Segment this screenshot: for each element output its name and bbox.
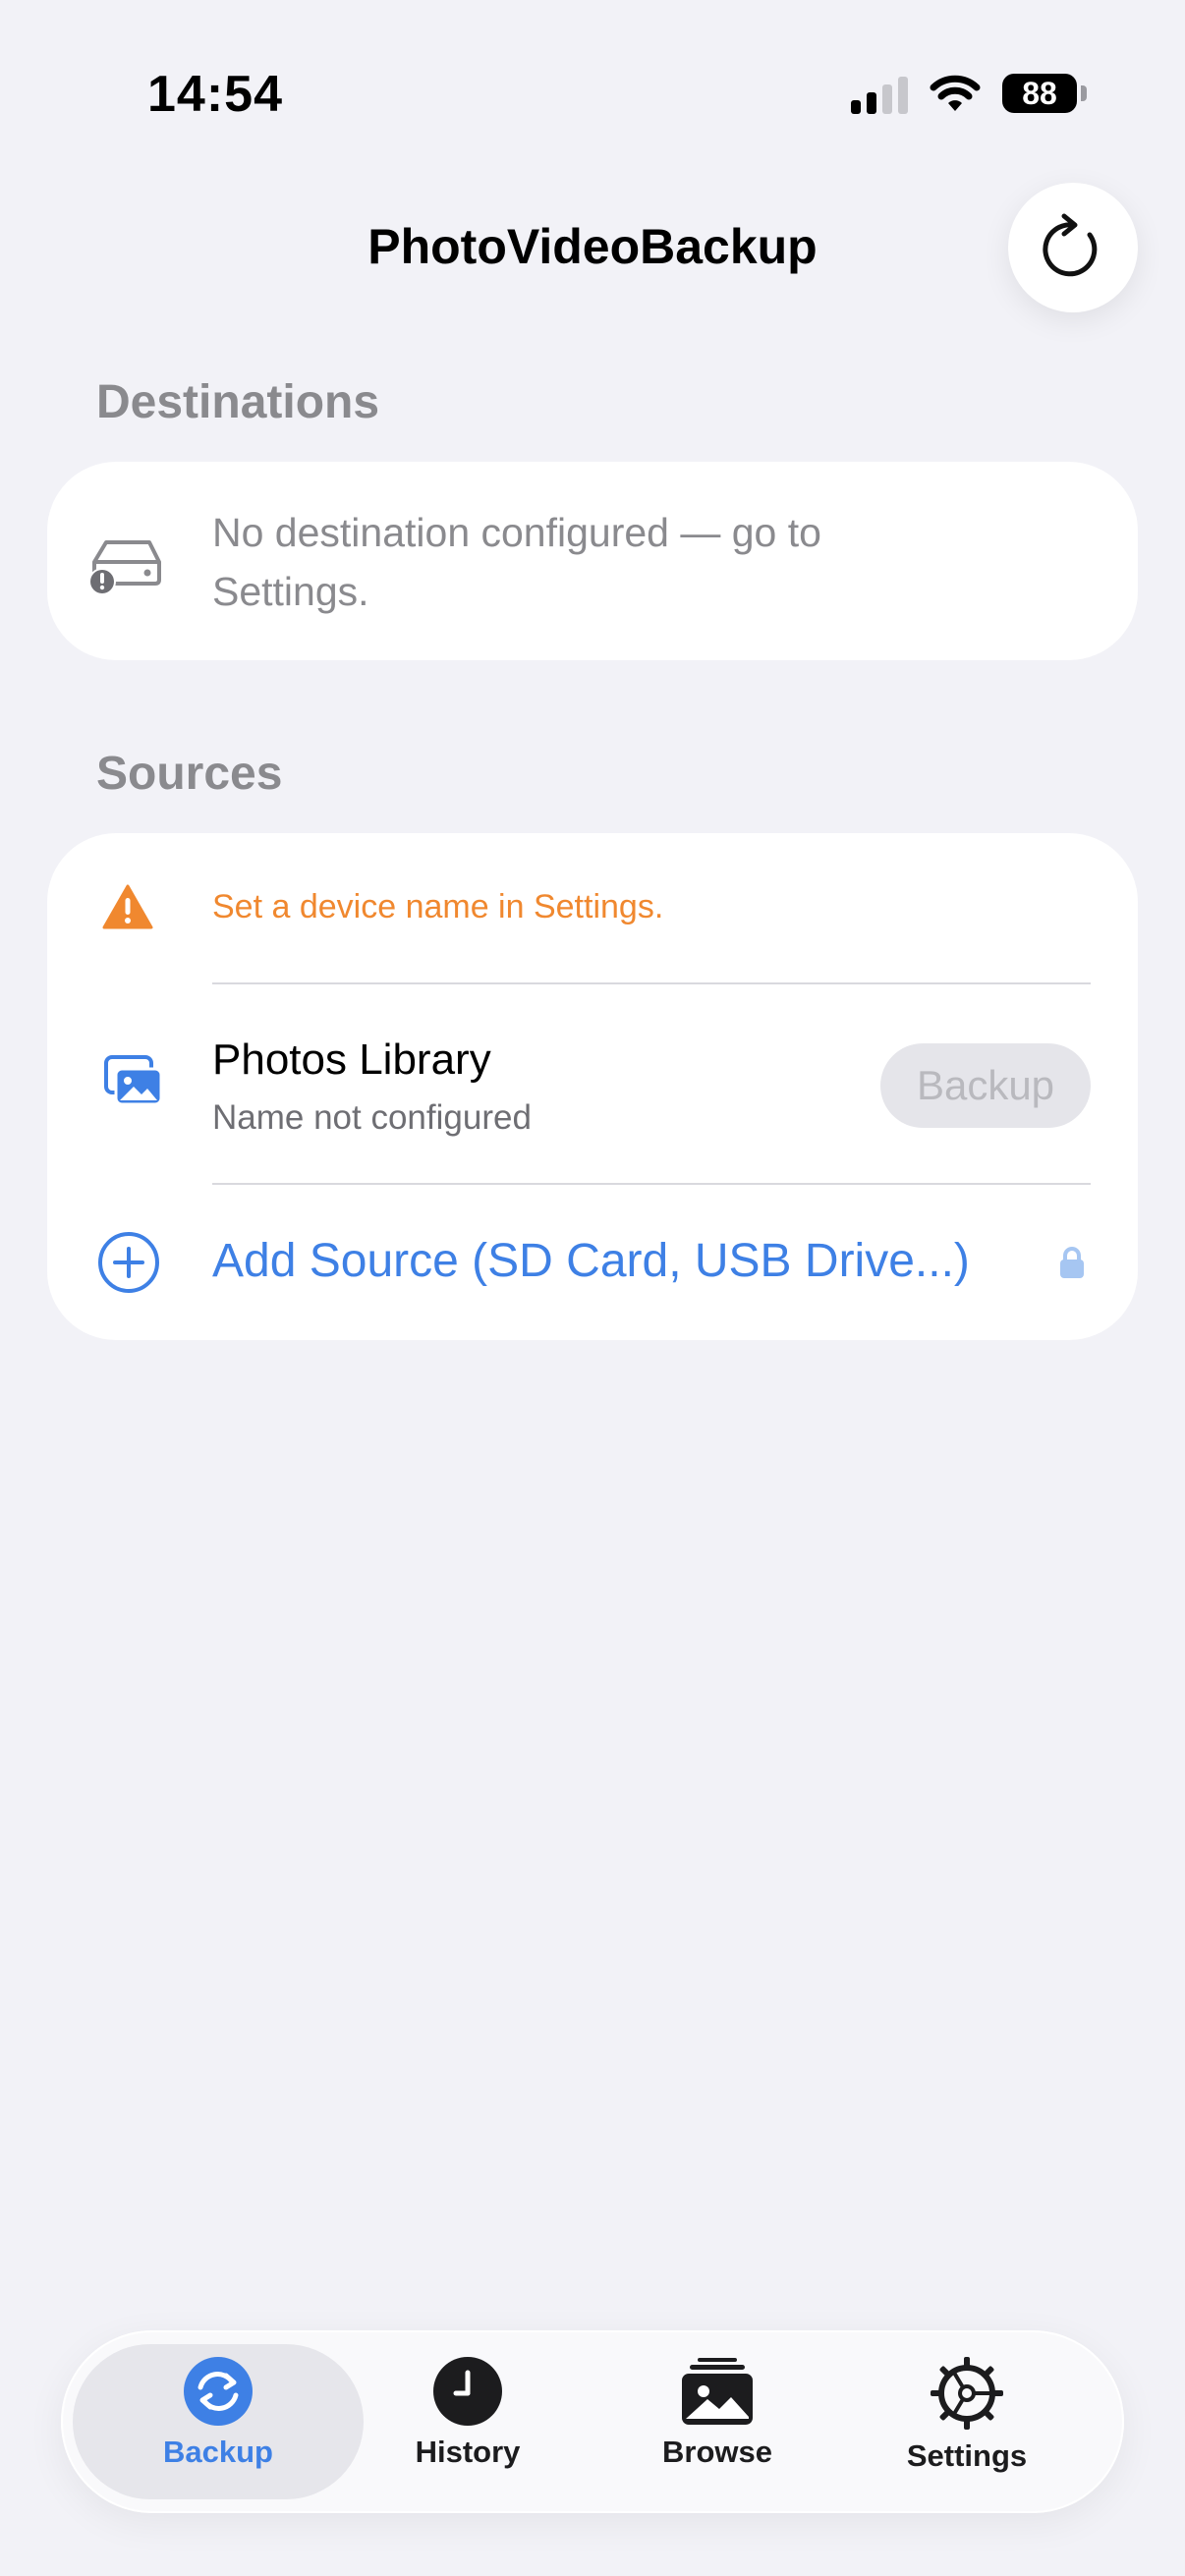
tab-bar: Backup History Browse Settings: [61, 2330, 1124, 2513]
no-destination-message: No destination configured — go to Settin…: [212, 510, 821, 614]
photos-library-row[interactable]: Photos Library Name not configured Backu…: [47, 984, 1138, 1185]
add-source-row[interactable]: Add Source (SD Card, USB Drive...): [47, 1185, 1138, 1340]
device-name-warning-text: Set a device name in Settings.: [212, 888, 664, 925]
photos-library-subtitle: Name not configured: [212, 1098, 532, 1137]
destinations-card: No destination configured — go to Settin…: [47, 462, 1138, 660]
cellular-signal-icon: [851, 73, 908, 114]
tab-backup[interactable]: Backup: [110, 2356, 326, 2470]
clock-icon: [433, 2357, 502, 2426]
tab-history[interactable]: History: [360, 2356, 576, 2470]
wifi-icon: [930, 75, 981, 111]
tab-browse-label: Browse: [662, 2435, 772, 2469]
backup-button[interactable]: Backup: [880, 1043, 1091, 1128]
status-bar: 14:54 88: [0, 0, 1185, 187]
gear-icon: [931, 2357, 1003, 2430]
refresh-button[interactable]: [1008, 183, 1138, 312]
sources-card: Set a device name in Settings. Photos Li…: [47, 833, 1138, 1340]
destinations-header: Destinations: [96, 376, 380, 428]
device-name-warning-row[interactable]: Set a device name in Settings.: [47, 833, 1138, 984]
tab-settings-label: Settings: [906, 2438, 1028, 2473]
battery-icon: 88: [1002, 74, 1077, 113]
tab-backup-label: Backup: [163, 2435, 273, 2469]
backup-sync-icon: [184, 2357, 253, 2426]
status-time: 14:54: [147, 66, 283, 123]
photo-stack-icon: [682, 2358, 753, 2425]
sources-header: Sources: [96, 748, 283, 800]
photos-library-title: Photos Library: [212, 1036, 491, 1084]
battery-level: 88: [1022, 75, 1057, 111]
refresh-icon: [1043, 213, 1098, 277]
photos-icon: [104, 1055, 163, 1106]
warning-triangle-icon: [102, 884, 153, 929]
lock-icon: [1060, 1247, 1084, 1278]
tab-history-label: History: [415, 2435, 521, 2469]
status-icons: 88: [851, 73, 1087, 114]
drive-warning-icon: [88, 540, 161, 595]
plus-circle-icon: [98, 1232, 159, 1293]
add-source-label: Add Source (SD Card, USB Drive...): [212, 1235, 970, 1287]
tab-browse[interactable]: Browse: [609, 2356, 825, 2470]
tab-settings[interactable]: Settings: [859, 2356, 1075, 2474]
